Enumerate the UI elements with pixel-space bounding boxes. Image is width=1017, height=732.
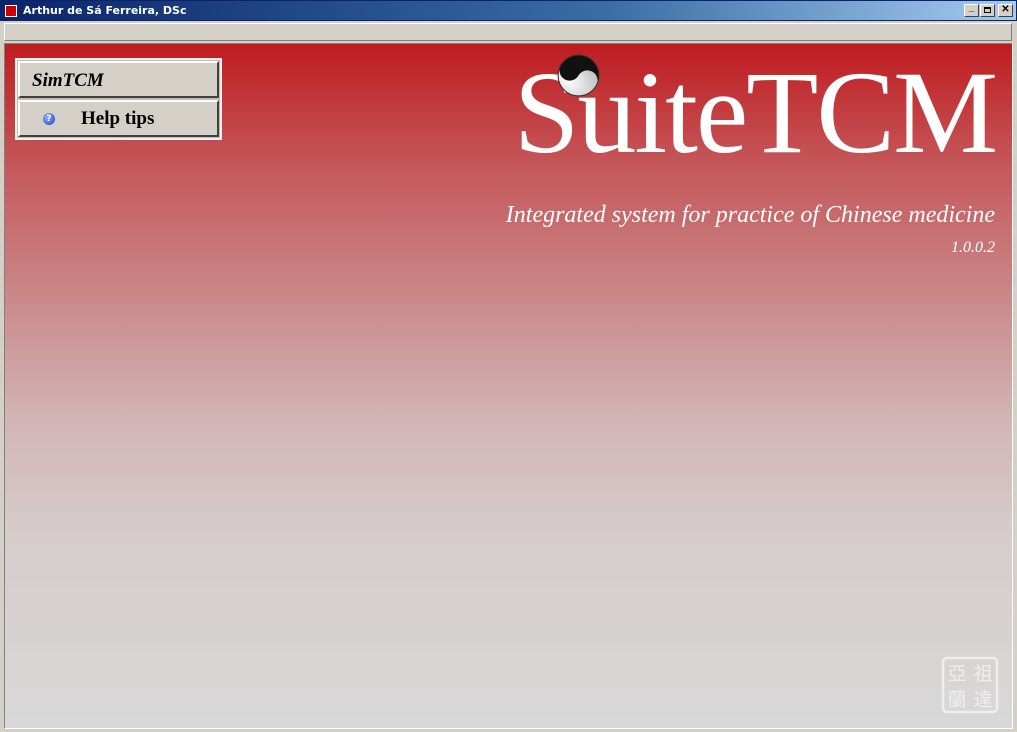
svg-text:亞: 亞 bbox=[947, 663, 966, 685]
close-icon: ✕ bbox=[1001, 4, 1010, 15]
app-icon[interactable] bbox=[5, 5, 17, 17]
simtcm-label: SimTCM bbox=[32, 70, 104, 91]
launcher-panel: SimTCM ? Help tips bbox=[15, 58, 222, 140]
yin-yang-icon bbox=[557, 54, 600, 97]
maximize-button[interactable] bbox=[980, 4, 995, 17]
svg-text:達: 達 bbox=[973, 689, 992, 711]
simtcm-button[interactable]: SimTCM bbox=[18, 61, 219, 98]
window-title: Arthur de Sá Ferreira, DSc bbox=[23, 4, 187, 17]
minimize-icon: _ bbox=[968, 2, 975, 13]
minimize-button[interactable]: _ bbox=[964, 2, 979, 17]
svg-text:祖: 祖 bbox=[973, 663, 992, 685]
tagline: Integrated system for practice of Chines… bbox=[505, 202, 995, 228]
window-title-bar[interactable]: Arthur de Sá Ferreira, DSc _ ✕ bbox=[0, 0, 1017, 21]
close-button[interactable]: ✕ bbox=[998, 4, 1013, 17]
version-number: 1.0.0.2 bbox=[951, 239, 995, 256]
help-tips-button[interactable]: ? Help tips bbox=[18, 100, 219, 137]
svg-text:蘭: 蘭 bbox=[947, 689, 966, 711]
maximize-icon bbox=[984, 7, 991, 13]
seal-stamp-icon: 亞 祖 蘭 達 bbox=[941, 656, 999, 714]
help-tips-label: Help tips bbox=[81, 108, 155, 129]
menu-bar bbox=[4, 23, 1012, 41]
help-icon: ? bbox=[43, 113, 55, 125]
main-canvas: SimTCM ? Help tips SuiteTCM Integrated s… bbox=[4, 43, 1013, 729]
